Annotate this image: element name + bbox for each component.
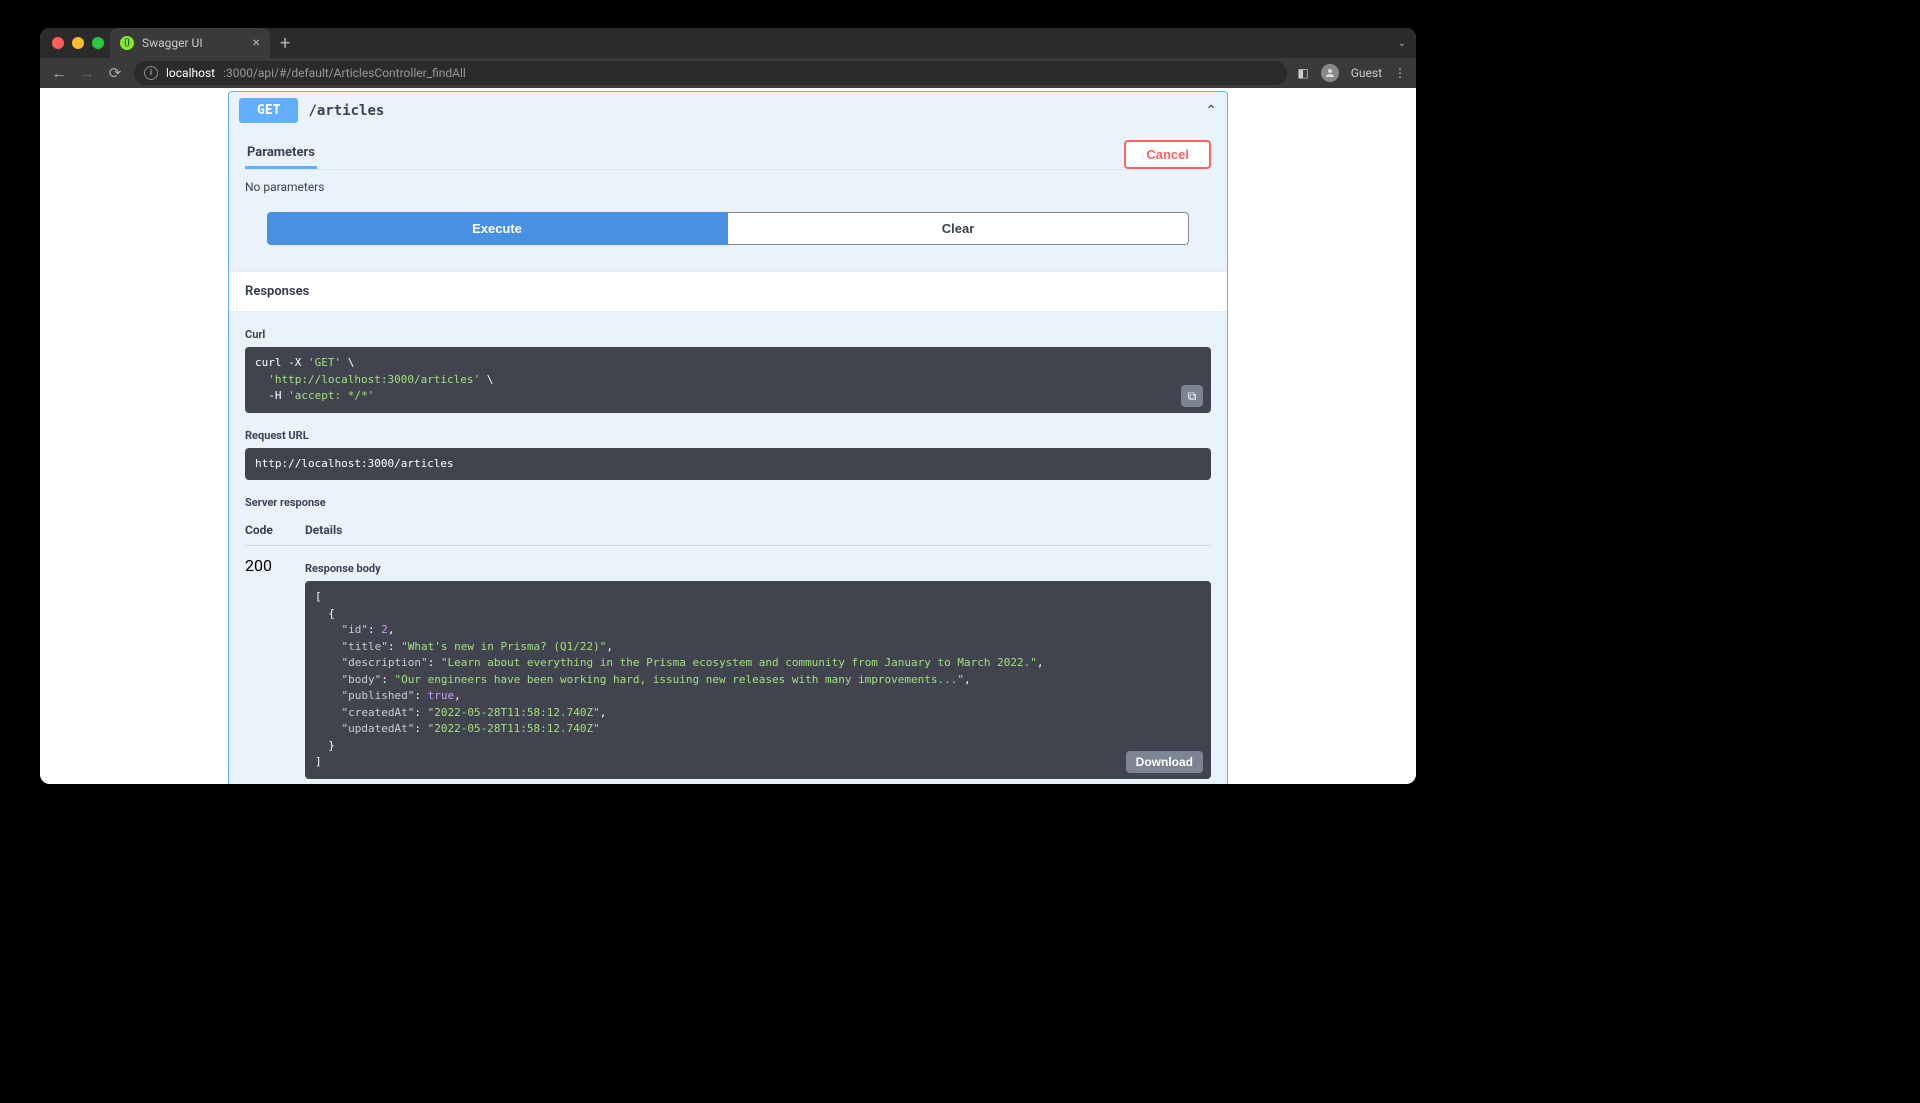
maximize-window-icon[interactable] <box>92 37 104 49</box>
url-host: localhost <box>166 66 215 80</box>
response-body-block: [ { "id": 2, "title": "What's new in Pri… <box>305 581 1211 779</box>
swagger-container: GET /articles ⌃ Parameters Cancel No par… <box>228 91 1228 784</box>
cancel-button[interactable]: Cancel <box>1124 140 1211 169</box>
collapse-icon[interactable]: ⌃ <box>1205 103 1217 119</box>
browser-tab-swagger[interactable]: {} Swagger UI × <box>110 28 270 58</box>
response-code: 200 <box>245 556 305 784</box>
curl-block: curl -X 'GET' \ 'http://localhost:3000/a… <box>245 347 1211 413</box>
code-column-header: Code <box>245 523 305 537</box>
browser-right-icons: ◧ Guest ⋮ <box>1297 64 1406 82</box>
profile-icon[interactable] <box>1321 64 1339 82</box>
address-bar: ← → ⟳ i localhost :3000/api/#/default/Art… <box>40 58 1416 88</box>
no-parameters-text: No parameters <box>245 170 1211 212</box>
url-path: :3000/api/#/default/ArticlesController_f… <box>223 66 466 80</box>
request-url-label: Request URL <box>245 423 1211 448</box>
parameters-section: Parameters Cancel No parameters Execute … <box>229 129 1227 271</box>
traffic-lights <box>52 37 104 49</box>
menu-icon[interactable]: ⋮ <box>1394 66 1406 80</box>
swagger-favicon-icon: {} <box>120 36 134 50</box>
url-input[interactable]: i localhost :3000/api/#/default/ArticlesC… <box>134 61 1287 85</box>
tabs-menu-icon[interactable]: ⌄ <box>1398 38 1406 49</box>
operation-block: GET /articles ⌃ Parameters Cancel No par… <box>228 91 1228 784</box>
response-body-label: Response body <box>305 556 1211 581</box>
download-button[interactable]: Download <box>1126 751 1203 773</box>
tab-title: Swagger UI <box>142 36 203 50</box>
operation-header[interactable]: GET /articles ⌃ <box>229 92 1227 129</box>
curl-label: Curl <box>245 322 1211 347</box>
guest-label: Guest <box>1351 66 1382 80</box>
http-method-badge: GET <box>239 98 298 123</box>
tab-bar: {} Swagger UI × + ⌄ <box>40 28 1416 58</box>
results-section: Curl curl -X 'GET' \ 'http://localhost:3… <box>229 312 1227 784</box>
parameters-heading: Parameters <box>245 139 317 169</box>
copy-curl-button[interactable]: ⧉ <box>1181 385 1203 407</box>
info-icon[interactable]: i <box>144 66 158 80</box>
page-viewport: GET /articles ⌃ Parameters Cancel No par… <box>40 88 1416 784</box>
endpoint-path: /articles <box>308 103 384 119</box>
panel-icon[interactable]: ◧ <box>1297 66 1308 80</box>
responses-heading: Responses <box>229 271 1227 312</box>
minimize-window-icon[interactable] <box>72 37 84 49</box>
execute-button[interactable]: Execute <box>267 212 727 245</box>
browser-window: {} Swagger UI × + ⌄ ← → ⟳ i localhost :30… <box>40 28 1416 784</box>
reload-icon[interactable]: ⟳ <box>106 64 124 82</box>
back-icon[interactable]: ← <box>50 64 68 82</box>
forward-icon[interactable]: → <box>78 64 96 82</box>
server-response-label: Server response <box>245 490 1211 515</box>
close-tab-icon[interactable]: × <box>253 35 260 51</box>
clear-button[interactable]: Clear <box>727 212 1189 245</box>
request-url-block: http://localhost:3000/articles <box>245 448 1211 481</box>
new-tab-button[interactable]: + <box>280 33 290 54</box>
close-window-icon[interactable] <box>52 37 64 49</box>
details-column-header: Details <box>305 523 1211 537</box>
